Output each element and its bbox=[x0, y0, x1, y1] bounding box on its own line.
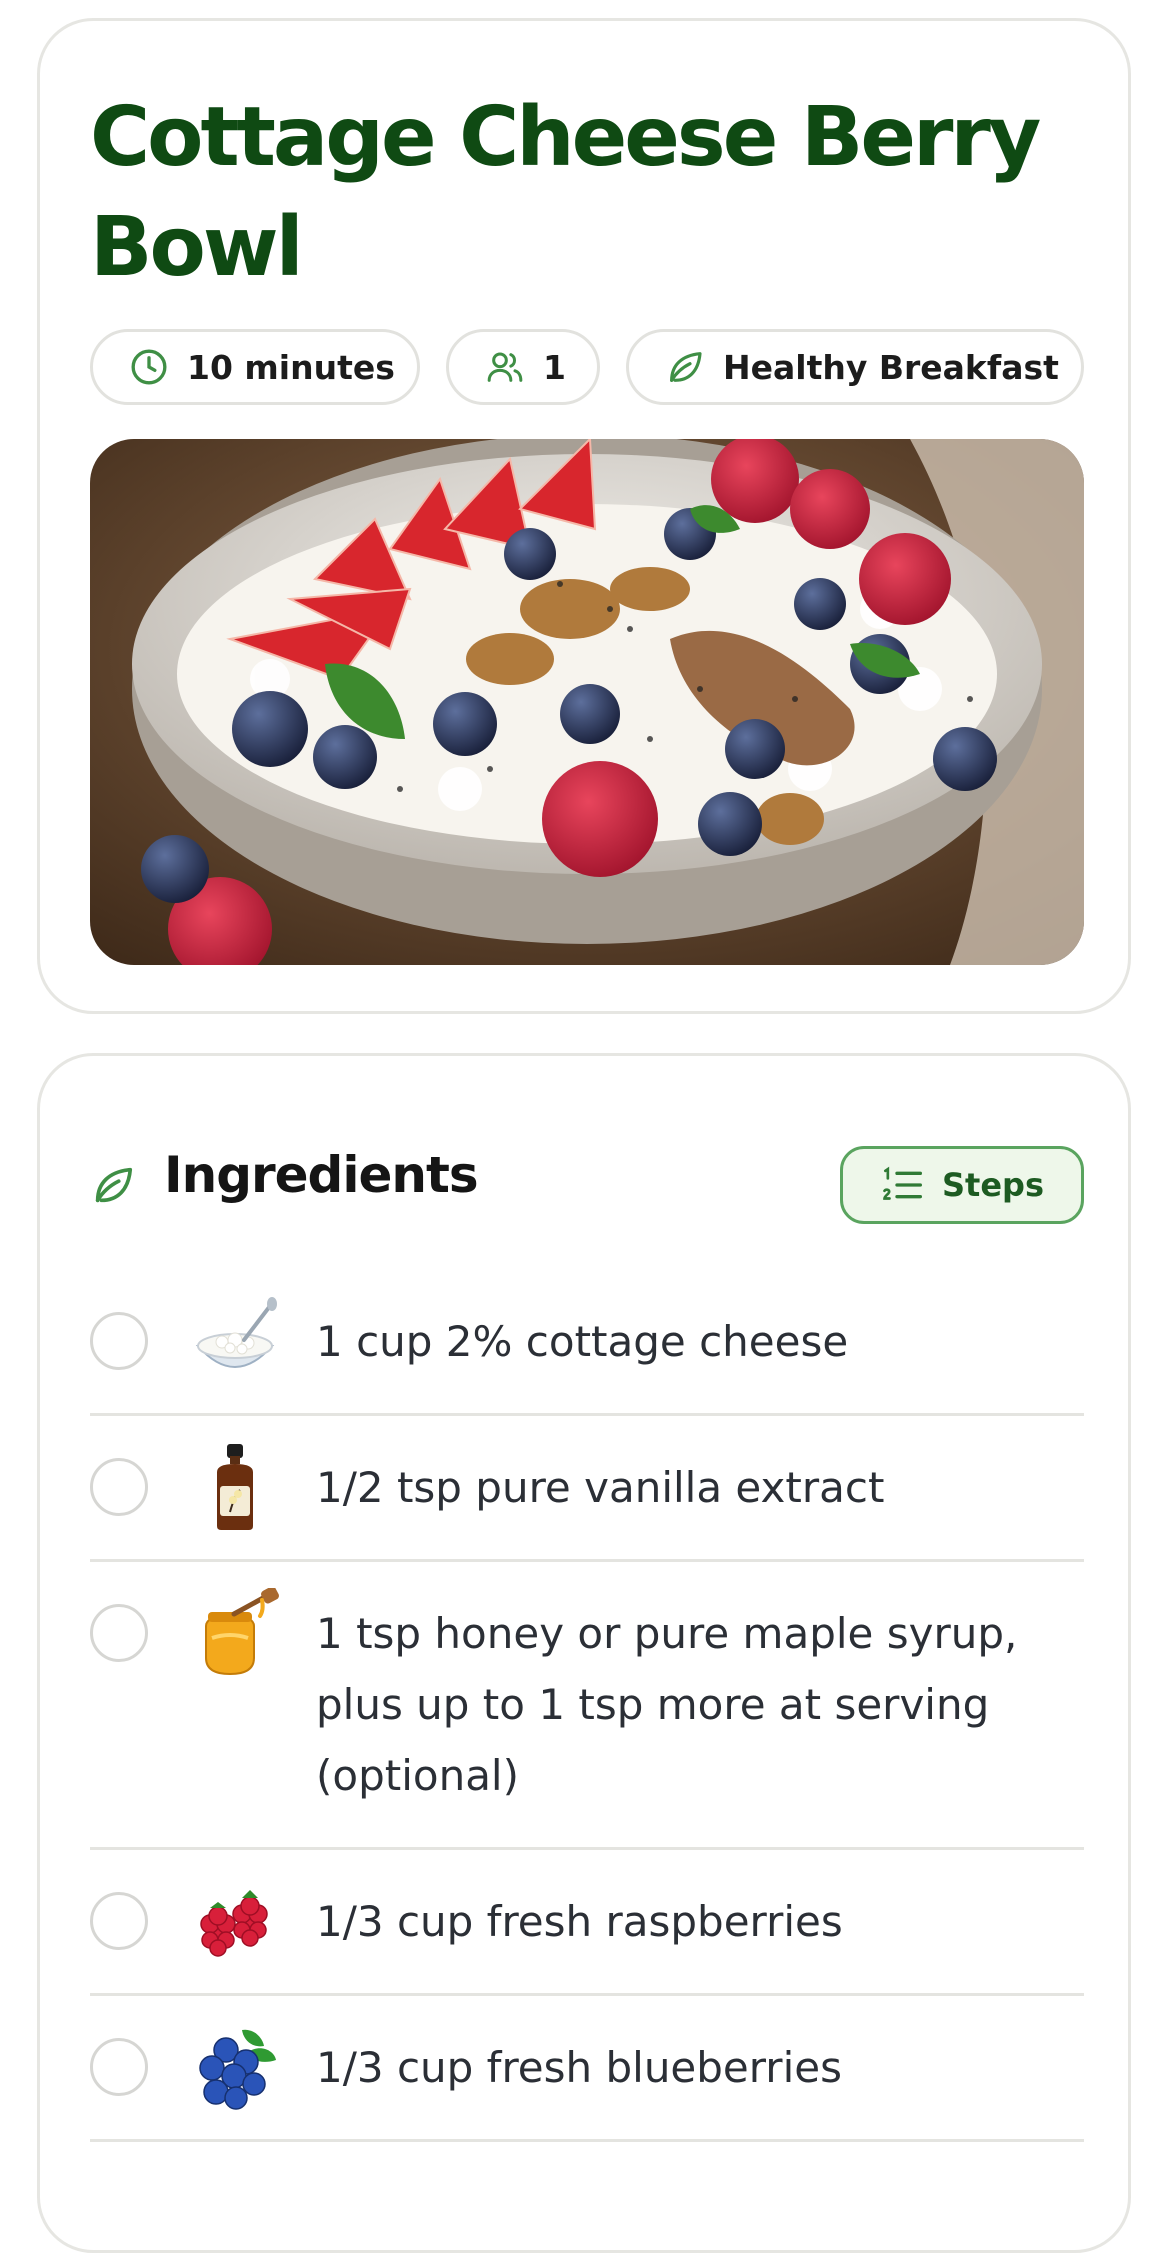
clock-icon bbox=[131, 349, 167, 385]
users-icon bbox=[487, 352, 523, 382]
ingredient-text: 1 cup 2% cottage cheese bbox=[316, 1317, 849, 1366]
blueberries-icon bbox=[190, 2022, 280, 2112]
time-chip: 10 minutes bbox=[90, 329, 420, 405]
time-value: 10 minutes bbox=[187, 347, 395, 387]
steps-button[interactable]: Steps bbox=[840, 1146, 1084, 1224]
ingredient-list: 1 cup 2% cottage cheese 1/2 tsp pure van… bbox=[90, 1270, 1084, 2142]
ingredient-checkbox[interactable] bbox=[90, 2038, 148, 2096]
ingredient-row: 1 cup 2% cottage cheese bbox=[90, 1270, 1084, 1416]
cottage-cheese-berry-bowl-photo bbox=[90, 439, 1084, 965]
steps-button-label: Steps bbox=[942, 1166, 1044, 1204]
ingredients-header: Ingredients Steps bbox=[90, 1142, 1084, 1224]
ingredient-text: 1/3 cup fresh raspberries bbox=[316, 1897, 843, 1946]
category-value: Healthy Breakfast bbox=[723, 347, 1059, 387]
ingredient-text: 1 tsp honey or pure maple syrup, plus up… bbox=[316, 1609, 1018, 1800]
leaf-icon bbox=[95, 1167, 133, 1203]
recipe-title: Cottage Cheese Berry Bowl bbox=[90, 90, 1041, 295]
recipe-header-card: Cottage Cheese Berry Bowl 10 minutes 1 H… bbox=[37, 18, 1131, 1014]
honey-jar-icon bbox=[190, 1586, 280, 1678]
servings-value: 1 bbox=[543, 347, 566, 387]
ingredient-checkbox[interactable] bbox=[90, 1312, 148, 1370]
leaf-icon bbox=[670, 352, 702, 382]
ingredients-heading: Ingredients bbox=[164, 1146, 479, 1204]
numbered-list-icon bbox=[883, 1166, 922, 1200]
ingredient-row: 1/2 tsp pure vanilla extract bbox=[90, 1416, 1084, 1562]
ingredient-checkbox[interactable] bbox=[90, 1892, 148, 1950]
ingredient-checkbox[interactable] bbox=[90, 1604, 148, 1662]
ingredient-row: 1/3 cup fresh raspberries bbox=[90, 1850, 1084, 1996]
ingredient-checkbox[interactable] bbox=[90, 1458, 148, 1516]
vanilla-extract-icon bbox=[190, 1442, 280, 1532]
ingredient-text: 1/2 tsp pure vanilla extract bbox=[316, 1463, 885, 1512]
recipe-photo bbox=[90, 439, 1084, 965]
servings-chip: 1 bbox=[446, 329, 600, 405]
ingredient-row: 1 tsp honey or pure maple syrup, plus up… bbox=[90, 1562, 1084, 1850]
ingredient-text: 1/3 cup fresh blueberries bbox=[316, 2043, 842, 2092]
raspberries-icon bbox=[190, 1876, 280, 1966]
ingredients-card: Ingredients Steps 1 cup 2% cottage chees… bbox=[37, 1053, 1131, 2253]
cottage-cheese-icon bbox=[190, 1296, 280, 1386]
category-chip: Healthy Breakfast bbox=[626, 329, 1084, 405]
ingredient-row: 1/3 cup fresh blueberries bbox=[90, 1996, 1084, 2142]
